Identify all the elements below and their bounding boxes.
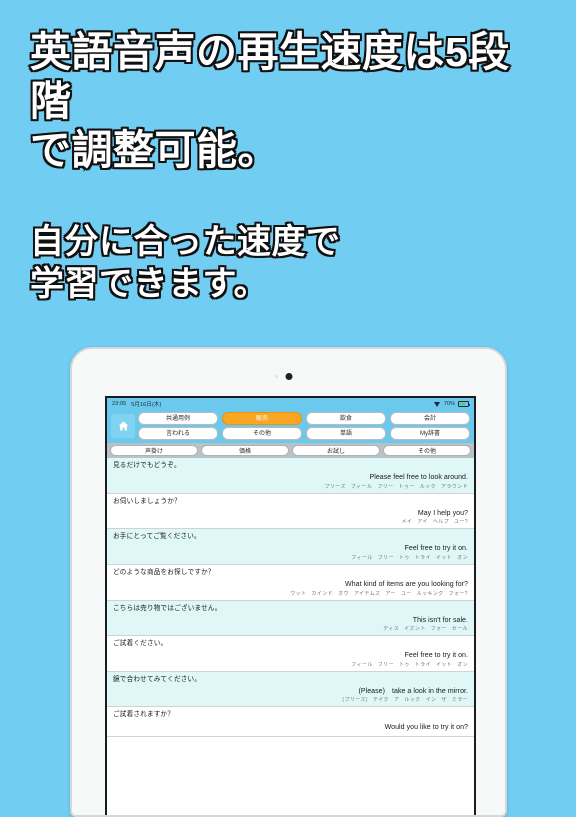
category-button-hanbai[interactable]: 販売: [222, 412, 302, 425]
ambient-sensor-icon: [274, 375, 278, 378]
phrase-english: May I help you?: [417, 509, 468, 517]
promo-line: 自分に合った速度で: [29, 222, 342, 263]
promo-line: で調整可能。: [29, 126, 281, 175]
category-button-kaikei[interactable]: 会計: [390, 412, 470, 425]
ios-status-bar: 23:05 5月16日(木) 70%: [107, 398, 474, 410]
tablet-device-frame: 23:05 5月16日(木) 70% 共通用例 販売 飲食 会計 言われる その…: [70, 347, 507, 817]
phrase-english: Please feel free to look around.: [369, 474, 468, 482]
phrase-row[interactable]: ご試着ください。 Feel free to try it on. フィール フリー…: [107, 636, 474, 672]
phrase-japanese: ご試着されますか？: [113, 711, 175, 719]
phrase-japanese: お伺いしましょうか？: [113, 497, 181, 505]
subtab-koegake[interactable]: 声掛け: [110, 445, 198, 456]
category-button-iwareru[interactable]: 言われる: [138, 427, 218, 440]
battery-icon: [458, 401, 470, 407]
phrase-katakana: プリーズ フィール フリー トゥー ルック アラウンド: [324, 483, 468, 490]
home-button[interactable]: [111, 414, 135, 438]
phrase-list[interactable]: 見るだけでもどうぞ。 Please feel free to look arou…: [107, 458, 474, 815]
phrase-katakana: メイ アイ ヘルプ ユー?: [401, 519, 468, 526]
phrase-japanese: 見るだけでもどうぞ。: [113, 462, 181, 469]
category-button-inshoku[interactable]: 飲食: [306, 412, 386, 425]
phrase-english: Would you like to try it on?: [384, 723, 468, 731]
subtab-kakaku[interactable]: 価格: [201, 445, 289, 456]
subtab-otameshi[interactable]: お試し: [292, 445, 380, 456]
phrase-katakana: (プリーズ) テイクアルック インザミラー: [342, 697, 468, 704]
phrase-katakana: フィール フリー トゥ トライ イット オン: [351, 661, 468, 668]
wifi-icon: [433, 401, 441, 407]
phrase-katakana: フィール フリー トゥ トライ イット オン: [351, 554, 468, 561]
phrase-row[interactable]: どのような商品をお探しですか？ What kind of items are y…: [107, 565, 474, 601]
phrase-english: Feel free to try it on.: [404, 652, 468, 660]
phrase-japanese: ご試着ください。: [113, 640, 168, 648]
phrase-japanese: 鏡で合わせてみてください。: [113, 675, 202, 683]
battery-percent-label: 70%: [443, 401, 455, 407]
phrase-english: Feel free to try it on.: [404, 545, 468, 553]
promo-text-block: 英語音声の再生速度は5段階 で調整可能。 自分に合った速度で 学習できます。: [0, 0, 576, 305]
phrase-japanese: こちらは売り物ではございません。: [113, 604, 222, 612]
category-header: 共通用例 販売 飲食 会計 言われる その他 単語 My辞書: [107, 410, 474, 443]
phrase-katakana: ディス イズント フォー セール: [383, 626, 468, 633]
phrase-japanese: どのような商品をお探しですか？: [113, 568, 215, 576]
status-time: 23:05: [112, 401, 127, 407]
phrase-row[interactable]: 見るだけでもどうぞ。 Please feel free to look arou…: [107, 458, 474, 494]
promo-headline-1: 英語音声の再生速度は5段階 で調整可能。: [29, 28, 550, 175]
category-button-grid: 共通用例 販売 飲食 会計 言われる その他 単語 My辞書: [138, 412, 470, 440]
phrase-japanese: お手にとってご覧ください。: [113, 533, 201, 541]
category-button-myjisho[interactable]: My辞書: [390, 427, 470, 440]
status-bar-left: 23:05 5月16日(木): [112, 400, 161, 408]
front-camera-icon: [285, 373, 292, 380]
phrase-row[interactable]: 鏡で合わせてみてください。 (Please) take a look in th…: [107, 671, 474, 708]
subtab-bar: 声掛け 価格 お試し その他: [107, 443, 474, 458]
promo-headline-2: 自分に合った速度で 学習できます。: [29, 221, 550, 305]
category-button-tango[interactable]: 単語: [306, 427, 386, 440]
phrase-katakana: ワット カインド オヴ アイテムズ アー ユー ルッキング フォー?: [290, 590, 468, 597]
category-button-kyotsu[interactable]: 共通用例: [138, 412, 218, 425]
category-button-sonota[interactable]: その他: [222, 427, 302, 440]
status-date: 5月16日(木): [131, 402, 162, 408]
phrase-english: What kind of items are you looking for?: [345, 581, 468, 589]
status-bar-right: 70%: [433, 401, 470, 407]
phrase-row[interactable]: お手にとってご覧ください。 Feel free to try it on. フィ…: [107, 529, 474, 565]
phrase-row[interactable]: こちらは売り物ではございません。 This isn't for sale. ディ…: [107, 600, 474, 637]
subtab-sonota[interactable]: その他: [383, 445, 471, 456]
home-icon: [118, 421, 128, 431]
phrase-english: (Please) take a look in the mirror.: [358, 687, 468, 695]
phrase-row[interactable]: お伺いしましょうか？ May I help you? メイ アイ ヘルプ ユー?: [107, 494, 474, 530]
phrase-row[interactable]: ご試着されますか？ Would you like to try it on?: [107, 707, 474, 737]
promo-line: 英語音声の再生速度は5段階: [29, 28, 511, 126]
promo-line: 学習できます。: [29, 264, 270, 305]
tablet-screen: 23:05 5月16日(木) 70% 共通用例 販売 飲食 会計 言われる その…: [105, 396, 476, 815]
phrase-english: This isn't for sale.: [412, 616, 468, 624]
